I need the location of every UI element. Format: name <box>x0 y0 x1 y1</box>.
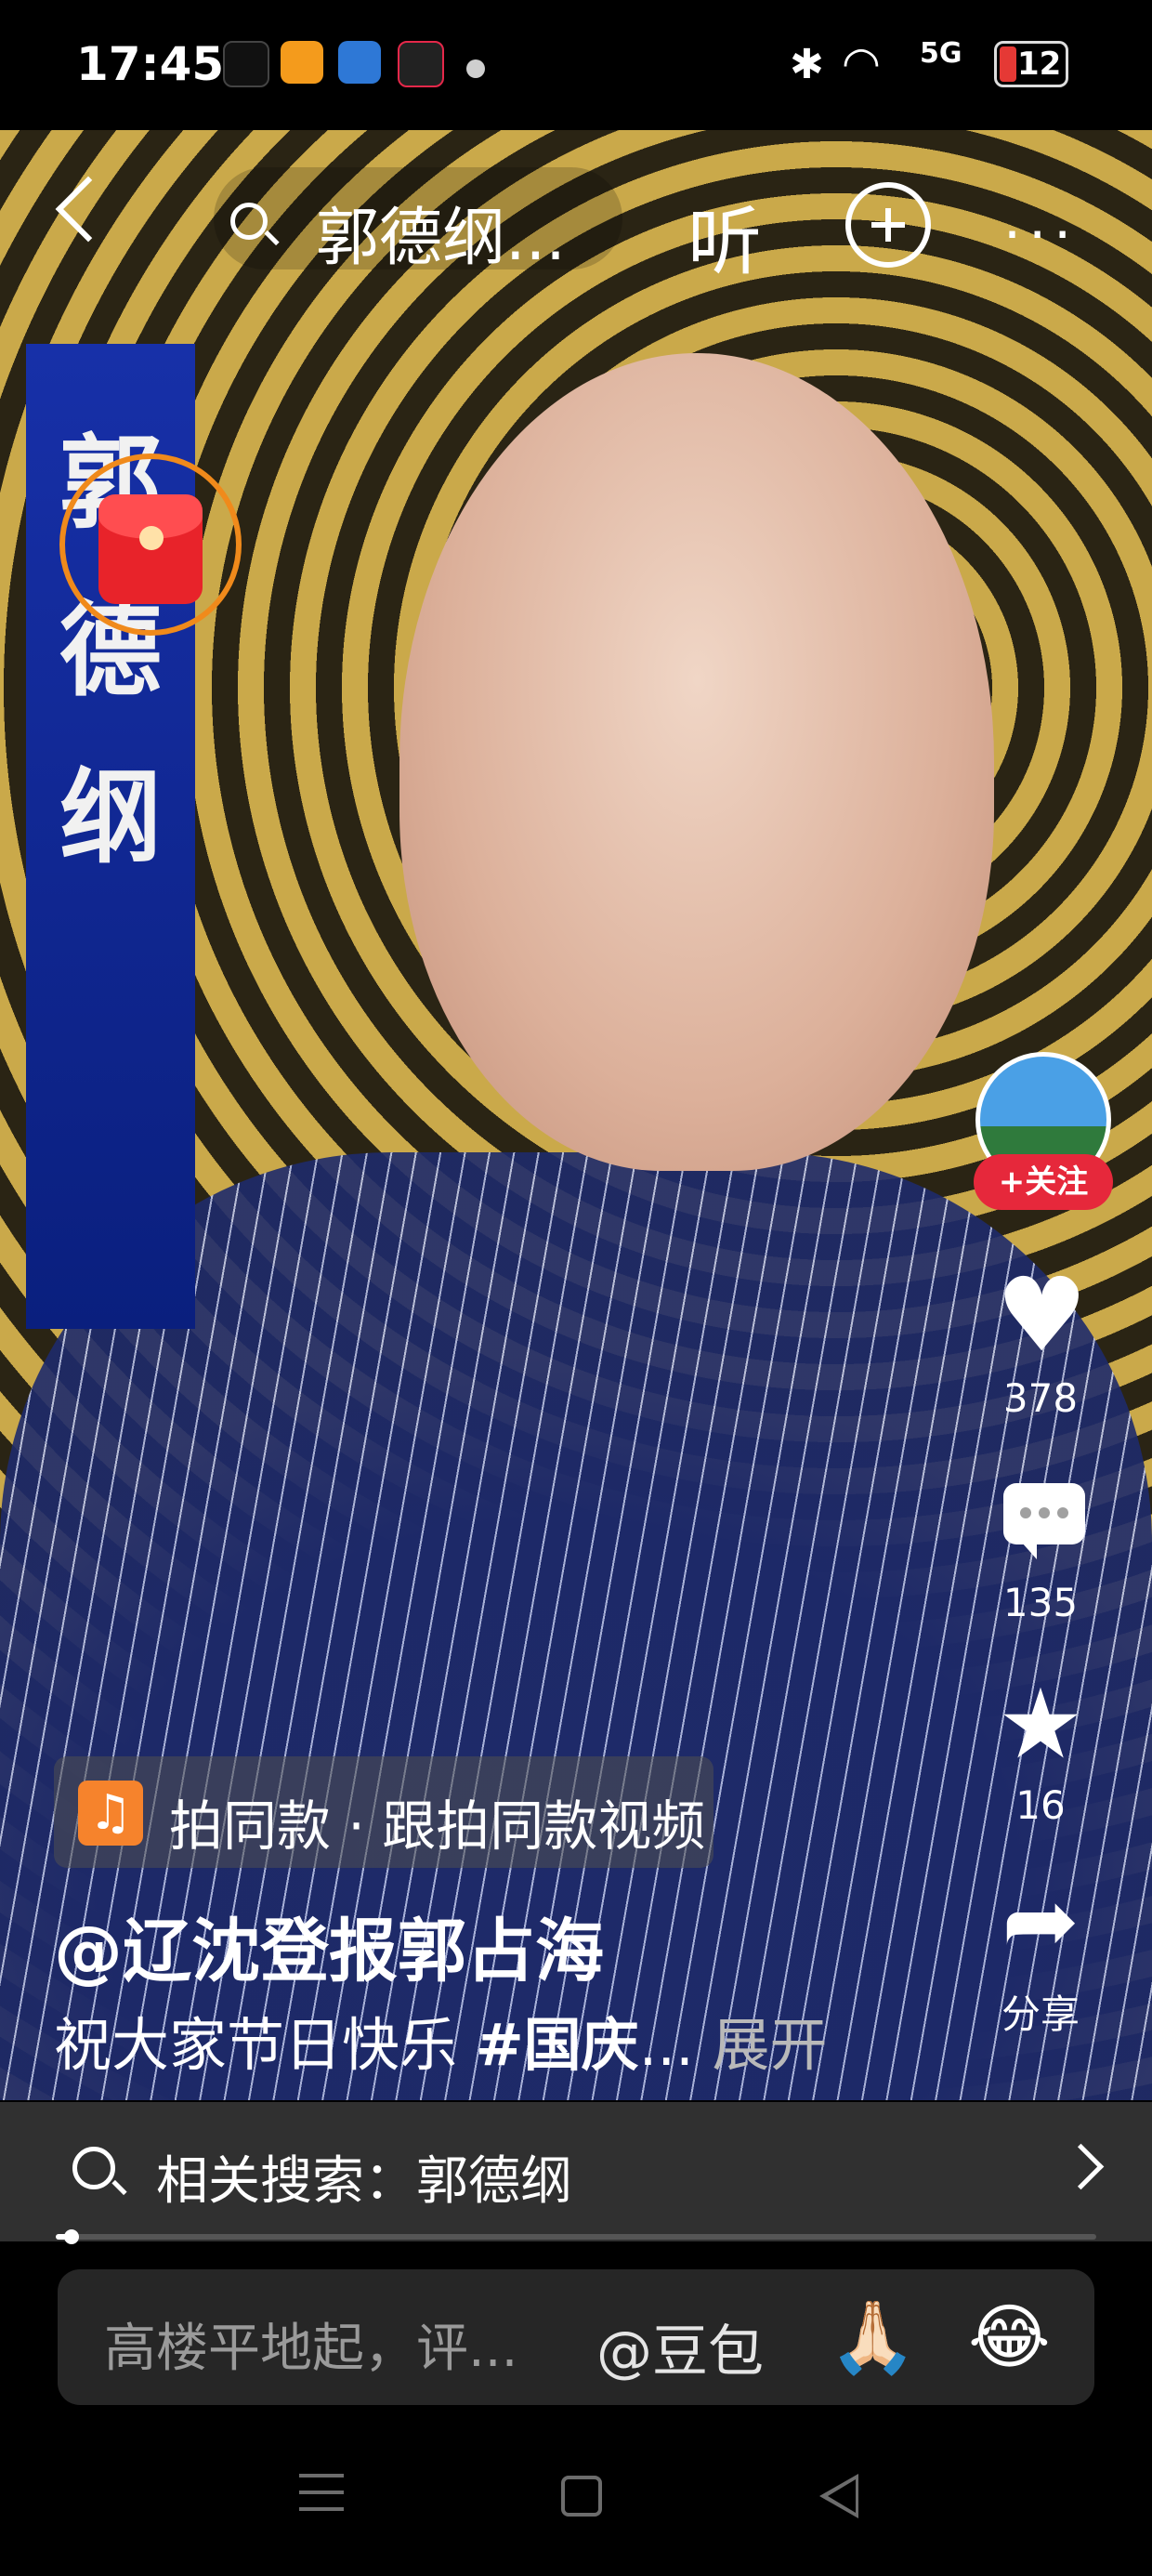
post-description[interactable]: 祝大家节日快乐 #国庆... 展开 <box>54 1998 828 2082</box>
search-query-text[interactable]: 郭德纲... <box>316 186 566 278</box>
comment-dot <box>1039 1507 1050 1518</box>
comment-bubble-icon[interactable] <box>1003 1483 1085 1559</box>
description-ellipsis: ... <box>638 2011 694 2079</box>
nav-menu-icon[interactable] <box>299 2474 344 2511</box>
author-name[interactable]: @辽沈登报郭占海 <box>54 1896 604 1995</box>
comment-dot <box>1057 1507 1068 1518</box>
music-note-icon: ♫ <box>78 1781 143 1846</box>
search-icon <box>230 203 268 240</box>
mention-doubao-button[interactable]: @豆包 <box>596 2307 764 2387</box>
battery-level <box>1000 46 1016 82</box>
comment-dot <box>1020 1507 1031 1518</box>
related-search-bar[interactable]: 相关搜索：郭德纲 <box>0 2102 1152 2241</box>
emoji-pray-button[interactable]: 🙏🏻 <box>829 2295 917 2379</box>
red-packet-coin <box>139 526 164 550</box>
red-packet-icon[interactable] <box>98 494 203 604</box>
network-type-label: 5G <box>920 37 962 70</box>
wifi-icon: ◠ <box>842 37 881 89</box>
hashtag-link[interactable]: #国庆 <box>476 2011 639 2079</box>
listen-button[interactable]: 听 <box>687 182 762 290</box>
status-time: 17:45 <box>76 37 225 91</box>
follow-button[interactable]: +关注 <box>974 1154 1113 1210</box>
like-count: 378 <box>1002 1375 1079 1421</box>
related-search-text: 相关搜索：郭德纲 <box>156 2151 572 2212</box>
comment-input-bar[interactable]: 高楼平地起，评... @豆包 🙏🏻 😂 <box>58 2269 1094 2405</box>
progress-knob[interactable] <box>63 2229 79 2244</box>
battery-percent: 12 <box>1017 46 1062 83</box>
nav-home-icon[interactable] <box>561 2476 602 2517</box>
share-arrow-icon[interactable]: ➦ <box>996 1870 1085 1972</box>
shoot-same-text: 拍同款 · 跟拍同款视频 <box>169 1794 706 1858</box>
comment-placeholder[interactable]: 高楼平地起，评... <box>104 2307 517 2382</box>
shoot-same-tag[interactable]: ♫ 拍同款 · 跟拍同款视频 <box>54 1756 713 1868</box>
nav-back-icon[interactable] <box>819 2474 858 2518</box>
battery-icon: 12 <box>994 41 1068 87</box>
banner-char-3: 纲 <box>59 758 162 877</box>
emoji-laugh-button[interactable]: 😂 <box>968 2295 1051 2379</box>
favorite-star-icon[interactable]: ★ <box>996 1673 1085 1775</box>
tiktok-notification-icon <box>223 41 269 87</box>
description-text: 祝大家节日快乐 <box>54 2011 476 2079</box>
more-notifications-dot <box>466 59 485 78</box>
share-label: 分享 <box>1001 1991 1080 2037</box>
comment-count: 135 <box>1002 1580 1079 1625</box>
search-icon <box>72 2147 115 2189</box>
add-circle-icon[interactable] <box>845 182 931 268</box>
chart-app-notification-icon <box>338 41 381 84</box>
tiktok-lite-notification-icon <box>398 41 444 87</box>
chevron-right-icon <box>1057 2143 1105 2190</box>
video-person-face <box>399 353 994 1171</box>
more-options-icon[interactable]: ··· <box>1003 203 1079 268</box>
favorite-count: 16 <box>1015 1782 1066 1828</box>
bluetooth-icon: ✱ <box>790 41 824 88</box>
video-progress-bar[interactable] <box>56 2229 1096 2244</box>
expand-link[interactable]: 展开 <box>694 2011 828 2079</box>
like-heart-icon[interactable]: ♥ <box>996 1264 1088 1366</box>
video-app-notification-icon <box>281 41 323 84</box>
